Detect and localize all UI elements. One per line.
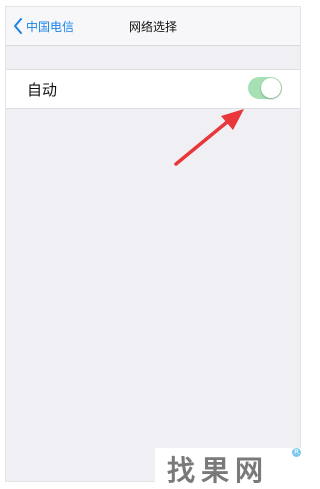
page-title: 网络选择 — [128, 20, 177, 34]
navigation-bar: 中国电信 网络选择 — [6, 7, 300, 46]
watermark-logo-text: 找果网 — [167, 454, 270, 487]
auto-select-toggle[interactable] — [248, 77, 282, 99]
settings-group: 自动 — [6, 69, 300, 109]
phone-screen: 中国电信 网络选择 自动 — [5, 6, 301, 482]
auto-select-label: 自动 — [27, 81, 58, 99]
toggle-knob — [261, 78, 281, 98]
registered-mark: R — [292, 448, 301, 457]
watermark: 找果网 R — [155, 448, 303, 487]
